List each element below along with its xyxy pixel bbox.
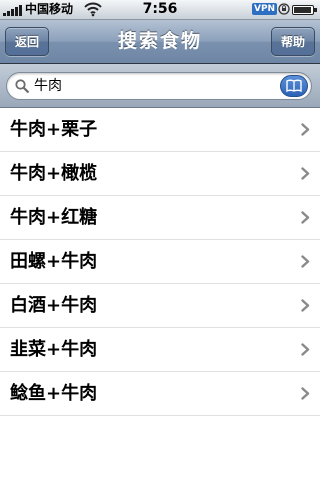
chevron-right-icon [301,123,310,136]
navigation-bar: 返回 搜索食物 帮助 [0,20,320,64]
list-item-label: 牛肉+栗子 [10,119,98,140]
page-title: 搜索食物 [117,30,202,52]
chevron-right-icon [301,255,310,268]
list-item-label: 牛肉+红糖 [10,207,98,228]
status-bar: 中国移动 7:56 VPN [0,0,320,20]
list-item[interactable]: 牛肉+红糖 [0,196,320,240]
chevron-right-icon [301,299,310,312]
chevron-right-icon [301,343,310,356]
bookmarks-button[interactable] [280,75,308,97]
list-item[interactable]: 牛肉+橄榄 [0,152,320,196]
back-button[interactable]: 返回 [5,27,50,56]
list-item[interactable]: 鲶鱼+牛肉 [0,372,320,416]
list-item[interactable]: 韭菜+牛肉 [0,328,320,372]
chevron-right-icon [301,387,310,400]
list-item[interactable]: 牛肉+栗子 [0,108,320,152]
list-item-label: 白酒+牛肉 [10,295,98,316]
search-bar [0,64,320,108]
search-icon [15,79,29,93]
vpn-badge: VPN [252,3,278,15]
chevron-right-icon [301,211,310,224]
list-item-label: 鲶鱼+牛肉 [10,383,98,404]
rotation-lock-icon [278,3,290,15]
help-button[interactable]: 帮助 [270,27,315,56]
battery-icon [292,5,317,15]
list-item[interactable]: 田螺+牛肉 [0,240,320,284]
list-item-label: 牛肉+橄榄 [10,163,98,184]
results-list: 牛肉+栗子 牛肉+橄榄 牛肉+红糖 田螺+牛肉 白酒+牛肉 韭菜+牛肉 鲶鱼+牛… [0,108,320,416]
chevron-right-icon [301,167,310,180]
list-item-label: 韭菜+牛肉 [10,339,98,360]
list-item-label: 田螺+牛肉 [10,251,98,272]
book-icon [286,79,302,93]
list-item[interactable]: 白酒+牛肉 [0,284,320,328]
search-input[interactable] [34,73,264,99]
search-field[interactable] [6,72,312,100]
